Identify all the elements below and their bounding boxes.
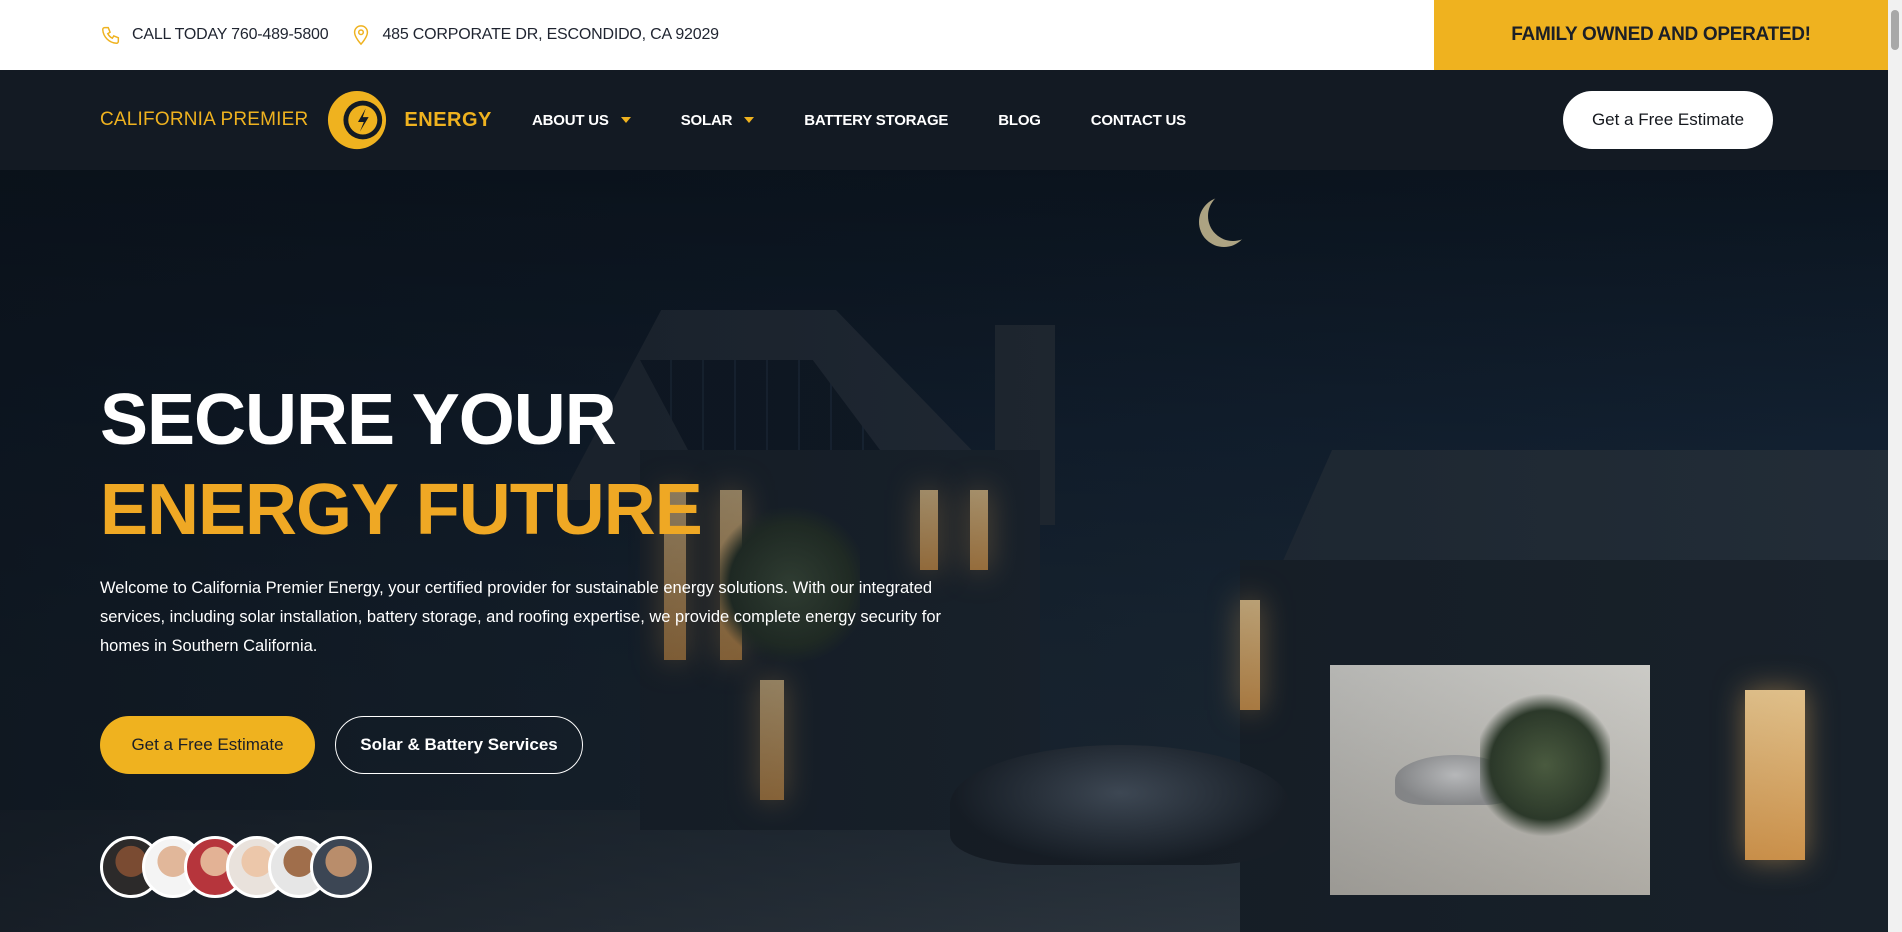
- logo-bolt-icon: [328, 90, 387, 150]
- logo-text-secondary: ENERGY: [404, 108, 492, 131]
- phone-text: CALL TODAY 760-489-5800: [132, 26, 329, 43]
- phone-icon: [102, 26, 120, 44]
- chevron-down-icon: [744, 117, 755, 123]
- nav-item-label: BLOG: [998, 111, 1041, 129]
- hero-title-line-2: ENERGY FUTURE: [100, 470, 703, 550]
- nav-item-about-us[interactable]: ABOUT US: [532, 112, 631, 129]
- nav-item-label: SOLAR: [680, 111, 733, 129]
- site-logo[interactable]: CALIFORNIA PREMIER ENERGY: [100, 88, 492, 152]
- nav-estimate-button[interactable]: Get a Free Estimate: [1563, 91, 1773, 149]
- nav-item-label: CONTACT US: [1090, 111, 1186, 129]
- page-scrollbar[interactable]: [1888, 0, 1902, 932]
- nav-item-label: BATTERY STORAGE: [804, 111, 949, 129]
- nav-item-blog[interactable]: BLOG: [998, 112, 1041, 129]
- chevron-down-icon: [620, 117, 631, 123]
- nav-item-label: ABOUT US: [532, 111, 609, 129]
- map-pin-icon: [354, 25, 369, 46]
- nav-item-solar[interactable]: SOLAR: [681, 112, 755, 129]
- solar-battery-services-button[interactable]: Solar & Battery Services: [335, 716, 583, 774]
- phone-link[interactable]: CALL TODAY 760-489-5800: [100, 24, 329, 46]
- nav-item-battery-storage[interactable]: BATTERY STORAGE: [804, 112, 948, 129]
- avatar: [310, 836, 372, 898]
- main-navigation: CALIFORNIA PREMIER ENERGY ABOUT US SOLAR…: [0, 70, 1888, 170]
- scrollbar-thumb[interactable]: [1891, 10, 1899, 50]
- nav-item-contact-us[interactable]: CONTACT US: [1091, 112, 1186, 129]
- family-owned-badge: FAMILY OWNED AND OPERATED!: [1434, 0, 1888, 70]
- customer-avatars: [100, 836, 372, 898]
- hero-estimate-button[interactable]: Get a Free Estimate: [100, 716, 315, 774]
- hero-description: Welcome to California Premier Energy, yo…: [100, 579, 942, 655]
- address-text: 485 CORPORATE DR, ESCONDIDO, CA 92029: [382, 26, 719, 43]
- contact-info: CALL TODAY 760-489-5800 485 CORPORATE DR…: [100, 0, 741, 70]
- nav-menu: ABOUT US SOLAR BATTERY STORAGE BLOG CONT…: [532, 70, 1236, 170]
- hero-title: SECURE YOUR ENERGY FUTURE: [100, 375, 703, 555]
- top-bar: CALL TODAY 760-489-5800 485 CORPORATE DR…: [0, 0, 1888, 70]
- hero-section: SECURE YOUR ENERGY FUTURE Welcome to Cal…: [0, 170, 1888, 932]
- address-link[interactable]: 485 CORPORATE DR, ESCONDIDO, CA 92029: [350, 23, 719, 47]
- logo-text-primary: CALIFORNIA PREMIER: [100, 109, 309, 130]
- hero-title-line-1: SECURE YOUR: [100, 380, 617, 460]
